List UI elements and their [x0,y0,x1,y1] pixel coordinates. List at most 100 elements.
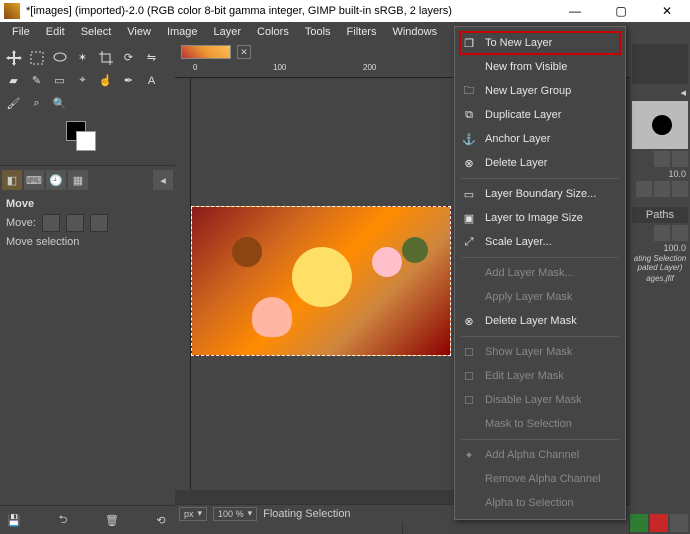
extra-button-icon[interactable] [670,514,688,532]
paths-tab[interactable]: Paths [646,209,674,221]
crop-tool-icon[interactable] [95,47,116,68]
reset-options-icon[interactable]: ⟲ [151,510,171,530]
background-color-swatch[interactable] [76,131,96,151]
ctx-duplicate-layer[interactable]: ⧉Duplicate Layer [455,103,625,127]
ctx-scale-layer[interactable]: ⤢Scale Layer... [455,230,625,254]
flip-tool-icon[interactable]: ⇋ [141,47,162,68]
ctx-new-layer-group[interactable]: 🗀New Layer Group [455,79,625,103]
menu-view[interactable]: View [119,24,159,40]
ctx-delete-layer[interactable]: ⊗Delete Layer [455,151,625,175]
ctx-add-alpha: ✦Add Alpha Channel [455,443,625,467]
ctx-to-new-layer[interactable]: ❐To New Layer [455,31,625,55]
ok-button-icon[interactable] [630,514,648,532]
ctx-delete-mask[interactable]: ⊗Delete Layer Mask [455,309,625,333]
dock-menu-icon[interactable]: ◂ [680,87,686,99]
rotate-tool-icon[interactable]: ⟳ [118,47,139,68]
brush-new-icon[interactable] [654,181,670,197]
right-panel: ◂ 10.0 Paths 100.0 ating Selection pated… [630,42,690,534]
fuzzy-select-tool-icon[interactable]: ✶ [72,47,93,68]
move-path-mode-icon[interactable] [90,214,108,232]
brush-preview[interactable] [632,101,688,149]
brushes-dock[interactable] [632,44,688,84]
anchor-icon: ⚓ [461,131,477,147]
text-tool-icon[interactable]: A [141,70,162,91]
checkbox-icon: ☐ [461,344,477,360]
paintbrush-tool-icon[interactable]: 🖌 [3,93,24,114]
illustration-char [372,247,402,277]
ctx-new-from-visible[interactable]: New from Visible [455,55,625,79]
move-mode-label: Move: [6,217,36,229]
rect-select-tool-icon[interactable] [26,47,47,68]
layer-context-menu: ❐To New Layer New from Visible 🗀New Laye… [454,26,626,520]
history-tab-icon[interactable]: 🕘 [46,170,66,190]
floating-layer-info: ating Selection pated Layer) [632,255,688,273]
ctx-layer-to-image[interactable]: ▣Layer to Image Size [455,206,625,230]
ctx-anchor-layer[interactable]: ⚓Anchor Layer [455,127,625,151]
color-swatches [0,117,175,163]
document-thumb[interactable] [181,45,231,59]
path-tool-icon[interactable]: ✒ [118,70,139,91]
menu-image[interactable]: Image [159,24,206,40]
pencil-tool-icon[interactable]: ✎ [26,70,47,91]
lasso-tool-icon[interactable] [49,47,70,68]
checkbox-icon: ☐ [461,368,477,384]
tool-options-footer: 💾 ⮌ 🗑 ⟲ [0,505,175,534]
tab-right-icon[interactable] [672,225,688,241]
delete-mask-icon: ⊗ [461,313,477,329]
menu-layer[interactable]: Layer [206,24,250,40]
brush-prev-icon[interactable] [654,151,670,167]
tab-menu-icon[interactable]: ◂ [153,170,173,190]
alpha-icon: ✦ [461,447,477,463]
zoom-tool-icon[interactable]: 🔍 [49,93,70,114]
zoom-dropdown[interactable]: 100 %▾ [213,507,257,521]
smudge-tool-icon[interactable]: ☝ [95,70,116,91]
title-bar: *[images] (imported)-2.0 (RGB color 8-bi… [0,0,690,22]
ctx-show-mask: ☐Show Layer Mask [455,340,625,364]
ctx-layer-boundary[interactable]: ▭Layer Boundary Size... [455,182,625,206]
close-button[interactable]: ✕ [644,0,690,22]
move-layer-mode-icon[interactable] [42,214,60,232]
move-tool-icon[interactable] [3,47,24,68]
device-tab-icon[interactable]: ⌨ [24,170,44,190]
toolbox: ✶ ⟳ ⇋ ▰ ✎ ▭ ⌖ ☝ ✒ A 🖌 ⌕ 🔍 [0,42,175,117]
menu-filters[interactable]: Filters [339,24,385,40]
page-icon: ❐ [461,35,477,51]
bottom-right-buttons [630,514,688,532]
tool-options-tabs: ◧ ⌨ 🕘 ▦ ◂ [0,168,175,192]
opacity-value[interactable]: 100.0 [632,243,688,253]
options-tab-icon[interactable]: ◧ [2,170,22,190]
brush-edit-icon[interactable] [636,181,652,197]
delete-options-icon[interactable]: 🗑 [102,510,122,530]
tab-left-icon[interactable] [654,225,670,241]
menu-file[interactable]: File [4,24,38,40]
ctx-edit-mask: ☐Edit Layer Mask [455,364,625,388]
brush-refresh-icon[interactable] [672,181,688,197]
illustration-char [402,237,428,263]
unit-dropdown[interactable]: px▾ [179,507,207,521]
images-tab-icon[interactable]: ▦ [68,170,88,190]
restore-options-icon[interactable]: ⮌ [53,510,73,530]
bottom-divider [175,522,630,534]
menu-windows[interactable]: Windows [384,24,445,40]
brush-size-value[interactable]: 10.0 [632,169,688,179]
brush-next-icon[interactable] [672,151,688,167]
menu-colors[interactable]: Colors [249,24,297,40]
clone-tool-icon[interactable]: ⌖ [72,70,93,91]
menu-select[interactable]: Select [73,24,120,40]
menu-edit[interactable]: Edit [38,24,73,40]
menu-tools[interactable]: Tools [297,24,339,40]
cancel-button-icon[interactable] [650,514,668,532]
minimize-button[interactable]: — [552,0,598,22]
canvas-image[interactable] [191,206,451,356]
tool-options-panel: Move Move: Move selection [0,192,175,254]
move-selection-mode-icon[interactable] [66,214,84,232]
bucket-tool-icon[interactable]: ▰ [3,70,24,91]
save-options-icon[interactable]: 💾 [4,510,24,530]
eraser-tool-icon[interactable]: ▭ [49,70,70,91]
picker-tool-icon[interactable]: ⌕ [26,93,47,114]
duplicate-icon: ⧉ [461,107,477,123]
close-document-icon[interactable]: ✕ [237,45,251,59]
maximize-button[interactable]: ▢ [598,0,644,22]
layer-file-name: ages.jfif [632,275,688,284]
tool-options-title: Move [6,198,169,210]
